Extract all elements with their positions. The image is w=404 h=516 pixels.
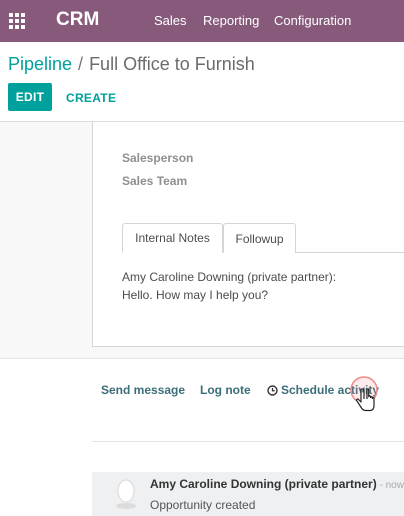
internal-note-line-1: Amy Caroline Downing (private partner): (122, 270, 337, 284)
breadcrumb-pipeline-link[interactable]: Pipeline (8, 54, 72, 74)
create-button[interactable]: CREATE (66, 91, 116, 105)
top-navbar: CRM Sales Reporting Configuration (0, 0, 404, 42)
breadcrumb-separator: / (78, 54, 84, 74)
avatar (116, 479, 136, 509)
message-body: Opportunity created (150, 498, 256, 512)
app-brand[interactable]: CRM (56, 9, 99, 31)
hand-pointer-cursor (350, 376, 378, 412)
sales-team-label: Sales Team (122, 174, 188, 188)
message-author-name[interactable]: Amy Caroline Downing (private partner) (150, 477, 377, 491)
breadcrumb: Pipeline / Full Office to Furnish (8, 54, 255, 75)
message-author: Amy Caroline Downing (private partner) -… (150, 477, 404, 491)
chatter-divider (0, 358, 404, 359)
send-message-button[interactable]: Send message (101, 383, 185, 397)
menu-configuration[interactable]: Configuration (274, 13, 351, 28)
salesperson-label: Salesperson (122, 151, 194, 165)
tab-followup[interactable]: Followup (223, 223, 296, 253)
tab-internal-notes[interactable]: Internal Notes (122, 223, 223, 253)
menu-reporting[interactable]: Reporting (203, 13, 259, 28)
internal-note-line-2: Hello. How may I help you? (122, 288, 269, 302)
menu-sales[interactable]: Sales (154, 13, 187, 28)
log-note-button[interactable]: Log note (200, 383, 251, 397)
chatter-separator (92, 441, 404, 442)
breadcrumb-current: Full Office to Furnish (89, 54, 255, 74)
message-timestamp: - now (376, 480, 404, 491)
apps-grid-icon[interactable] (9, 13, 25, 29)
edit-button[interactable]: EDIT (8, 83, 52, 111)
clock-icon (267, 385, 278, 396)
